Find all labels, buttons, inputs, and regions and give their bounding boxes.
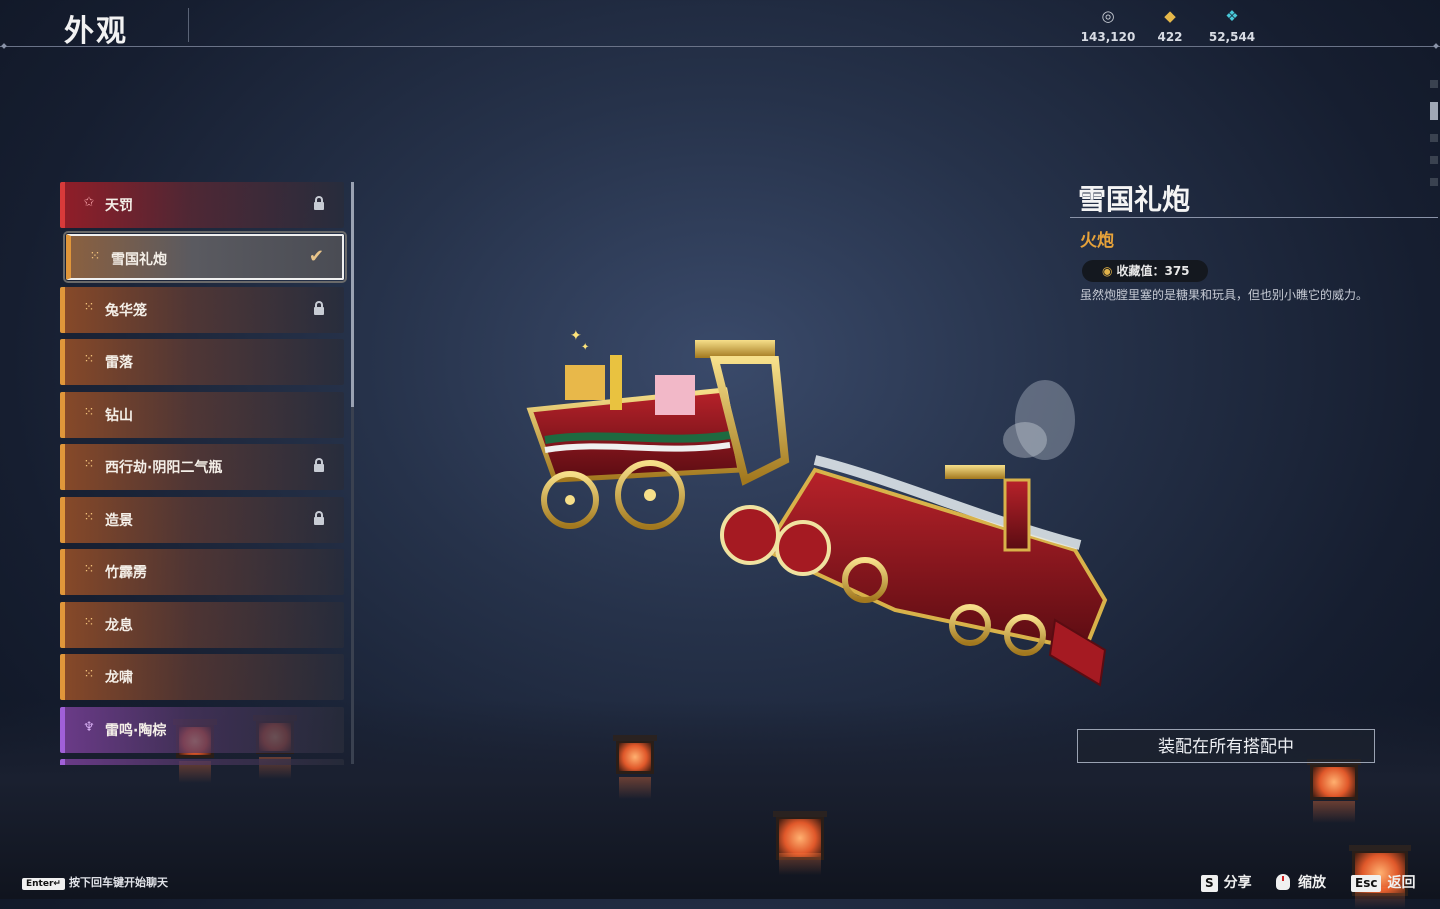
lantern-decoration (613, 735, 657, 799)
skin-description: 虽然炮膛里塞的是糖果和玩具，但也别小瞧它的威力。 (1080, 288, 1369, 302)
quad-diamond-icon: ⁙ (83, 510, 95, 525)
currency-silver: ◎ 143,120 (1073, 6, 1143, 45)
list-item-label: 雷鸣·陶棕 (105, 723, 167, 739)
list-item-label: 钻山 (105, 408, 133, 424)
name-divider (1070, 217, 1438, 218)
list-item-label: 龙息 (105, 618, 133, 634)
list-item-label: 造景 (105, 513, 133, 529)
list-item[interactable]: ⁙ 西行劫·阴阳二气瓶 (60, 444, 344, 490)
list-item-label: 西行劫·阴阳二气瓶 (105, 460, 223, 476)
collection-value-badge: ◉ 收藏值：375 (1082, 260, 1208, 282)
skin-name: 雪国礼炮 (1078, 183, 1191, 216)
currency-gold: ◆ 422 (1135, 6, 1205, 45)
quad-diamond-icon: ⁙ (83, 562, 95, 577)
currency-feather: ❖ 52,544 (1197, 6, 1267, 45)
top-bar: 外观 ◎ 143,120 ◆ 422 ❖ 52,544 (0, 0, 1440, 49)
share-button[interactable]: S 分享 (1201, 872, 1252, 892)
quad-diamond-icon: ⁙ (83, 352, 95, 367)
currency-value: 52,544 (1208, 30, 1256, 44)
list-item-label: 兔华笼 (105, 303, 147, 319)
list-item[interactable]: ⁙ 竹霹雳 (60, 549, 344, 595)
currency-value: 143,120 (1080, 30, 1136, 44)
list-item[interactable]: ♆ 雷鸣·陶棕 (60, 707, 344, 753)
quad-diamond-icon: ⁙ (83, 615, 95, 630)
quad-diamond-icon: ⁙ (83, 667, 95, 682)
title-divider (188, 8, 189, 42)
chat-hint: Enter↵ 按下回车键开始聊天 (22, 874, 168, 890)
share-key-icon: S (1201, 875, 1218, 892)
star-icon: ✩ (83, 195, 95, 210)
lock-icon (314, 511, 324, 525)
gold-ticket-icon: ◆ (1164, 7, 1176, 25)
back-button[interactable]: Esc 返回 (1351, 872, 1415, 892)
top-divider (0, 46, 1440, 47)
zoom-label: 缩放 (1298, 875, 1326, 891)
svg-text:✦: ✦ (581, 342, 589, 353)
lock-icon (314, 458, 324, 472)
collection-value: 收藏值：375 (1116, 264, 1190, 278)
currency-value: 422 (1157, 30, 1183, 44)
list-item[interactable]: ✩ 天罚 (60, 182, 344, 228)
lock-icon (314, 301, 324, 315)
back-label: 返回 (1387, 875, 1416, 891)
cannon-model[interactable]: ✦ ✦ (515, 320, 1125, 700)
list-item-label: 竹霹雳 (105, 565, 147, 581)
list-item-label: 雷落 (105, 355, 133, 371)
quad-diamond-icon: ⁙ (83, 300, 95, 315)
share-label: 分享 (1223, 875, 1252, 891)
quad-diamond-icon: ⁙ (83, 457, 95, 472)
trident-icon: ♆ (83, 720, 95, 735)
mouse-icon (1276, 874, 1290, 890)
list-item[interactable]: ⁙ 龙息 (60, 602, 344, 648)
list-item-label: 雪国礼炮 (111, 252, 167, 268)
list-item[interactable]: ⁙ 造景 (60, 497, 344, 543)
check-icon: ✔ (308, 246, 324, 267)
chat-hint-label: 按下回车键开始聊天 (68, 876, 168, 889)
list-item[interactable]: ⁙ 雷落 (60, 339, 344, 385)
quad-diamond-icon: ⁙ (89, 249, 101, 264)
page-title: 外观 (64, 14, 128, 49)
esc-key-icon: Esc (1351, 875, 1382, 892)
skin-list[interactable]: ✩ 天罚 ⁙ 雪国礼炮 ✔ ⁙ 兔华笼 ⁙ 雷落 ⁙ 钻山 ⁙ 西行劫·阴阳二气… (60, 180, 350, 765)
list-scrollbar-thumb[interactable] (351, 182, 354, 407)
list-item[interactable]: ⁙ 龙啸 (60, 654, 344, 700)
list-item-label: 龙啸 (105, 670, 133, 686)
list-item[interactable]: ⁙ 雪国礼炮 ✔ (63, 231, 347, 283)
skin-type: 火炮 (1080, 231, 1114, 251)
zoom-button[interactable]: 缩放 (1276, 872, 1326, 892)
quad-diamond-icon: ⁙ (83, 405, 95, 420)
list-item-label: 天罚 (105, 198, 133, 214)
list-item[interactable]: ⁙ 兔华笼 (60, 287, 344, 333)
enter-key-icon: Enter↵ (22, 878, 65, 890)
equip-all-button[interactable]: 装配在所有搭配中 (1077, 729, 1375, 763)
lantern-decoration (773, 811, 827, 875)
silver-coin-icon: ◎ (1101, 7, 1115, 25)
view-scroll-indicator[interactable] (1430, 80, 1438, 200)
collection-icon: ◉ (1102, 264, 1113, 278)
list-item[interactable]: ⁙ 钻山 (60, 392, 344, 438)
lock-icon (314, 196, 324, 210)
feather-crystal-icon: ❖ (1225, 7, 1239, 25)
list-item[interactable] (60, 759, 344, 765)
lantern-decoration (1307, 759, 1361, 823)
